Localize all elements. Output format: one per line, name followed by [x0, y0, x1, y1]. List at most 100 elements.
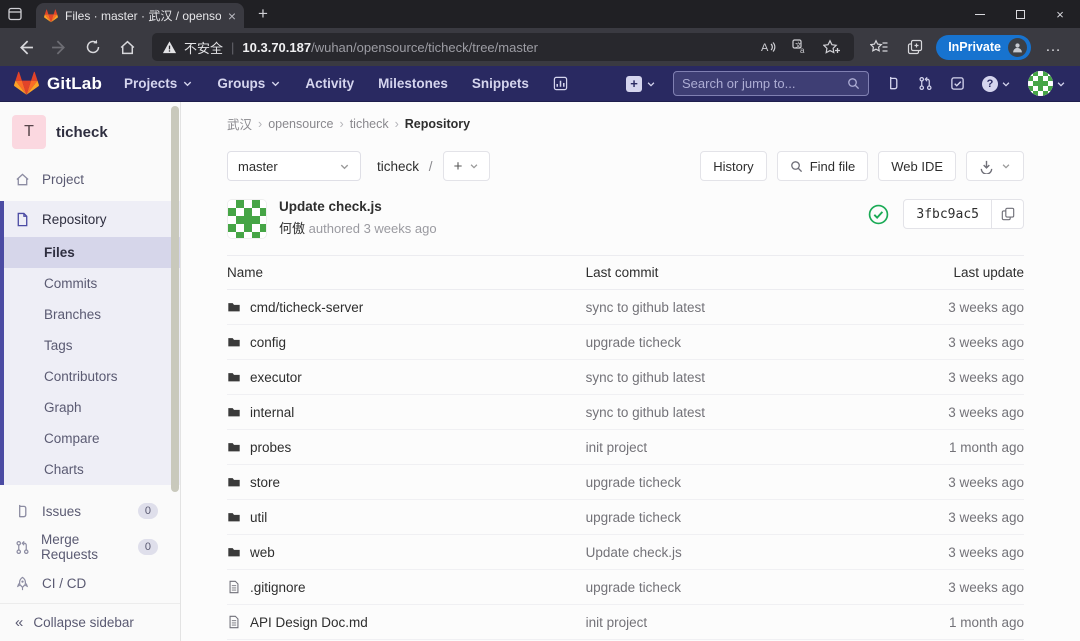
- url-path: /wuhan/opensource/ticheck/tree/master: [311, 40, 538, 55]
- last-commit-link[interactable]: sync to github latest: [586, 405, 705, 420]
- sidebar-subitem-charts[interactable]: Charts: [4, 454, 180, 485]
- sidebar-subitem-graph[interactable]: Graph: [4, 392, 180, 423]
- last-commit-link[interactable]: Update check.js: [586, 545, 682, 560]
- file-name-link[interactable]: web: [227, 545, 586, 560]
- browser-menu-button[interactable]: …: [1037, 38, 1070, 56]
- search-input[interactable]: [682, 76, 841, 91]
- download-dropdown-button[interactable]: [966, 151, 1024, 181]
- breadcrumb-group[interactable]: 武汉: [227, 114, 252, 133]
- charts-nav-button[interactable]: [553, 76, 568, 91]
- file-name-link[interactable]: store: [227, 475, 586, 490]
- security-chip[interactable]: 不安全: [162, 38, 223, 57]
- tab-actions-button[interactable]: [0, 0, 30, 28]
- tab-close-icon[interactable]: ×: [228, 9, 236, 23]
- sidebar-subitem-tags[interactable]: Tags: [4, 330, 180, 361]
- project-header[interactable]: T ticheck: [0, 102, 180, 161]
- plus-icon: +: [626, 76, 642, 92]
- issues-nav-button[interactable]: [886, 76, 901, 91]
- sidebar-item-repository[interactable]: Repository: [4, 201, 180, 237]
- merge-request-icon: [918, 76, 933, 91]
- last-commit-link[interactable]: upgrade ticheck: [586, 475, 681, 490]
- sidebar-subitem-branches[interactable]: Branches: [4, 299, 180, 330]
- table-row: API Design Doc.md init project 1 month a…: [227, 605, 1024, 640]
- find-file-button[interactable]: Find file: [777, 151, 869, 181]
- branch-selector[interactable]: master: [227, 151, 361, 181]
- gitlab-brand[interactable]: GitLab: [14, 71, 102, 96]
- chevron-down-icon: [469, 161, 479, 171]
- maximize-button[interactable]: [1000, 0, 1040, 28]
- new-dropdown-button[interactable]: +: [626, 76, 656, 92]
- file-name-link[interactable]: .gitignore: [227, 580, 586, 595]
- file-name-link[interactable]: util: [227, 510, 586, 525]
- last-commit-link[interactable]: init project: [586, 440, 648, 455]
- file-name-link[interactable]: executor: [227, 370, 586, 385]
- breadcrumb-namespace[interactable]: opensource: [268, 117, 333, 131]
- navbar-search[interactable]: [673, 71, 869, 96]
- address-bar[interactable]: 不安全 | 10.3.70.187/wuhan/opensource/tiche…: [152, 33, 854, 61]
- table-row: util upgrade ticheck 3 weeks ago: [227, 500, 1024, 535]
- translate-button[interactable]: [788, 35, 812, 59]
- web-ide-button[interactable]: Web IDE: [878, 151, 956, 181]
- collapse-sidebar-button[interactable]: « Collapse sidebar: [0, 603, 180, 641]
- file-name-link[interactable]: cmd/ticheck-server: [227, 300, 586, 315]
- help-dropdown-button[interactable]: ?: [982, 76, 1011, 92]
- file-icon: [227, 615, 241, 629]
- file-name-link[interactable]: config: [227, 335, 586, 350]
- sidebar-item-cicd[interactable]: CI / CD: [0, 565, 180, 601]
- menu-projects[interactable]: Projects: [124, 76, 193, 91]
- read-aloud-button[interactable]: [756, 35, 780, 59]
- commit-author-link[interactable]: 何傲: [279, 221, 305, 236]
- add-file-dropdown[interactable]: +: [443, 151, 491, 181]
- new-tab-button[interactable]: +: [258, 4, 268, 24]
- menu-activity[interactable]: Activity: [305, 76, 354, 91]
- last-commit-link[interactable]: sync to github latest: [586, 300, 705, 315]
- last-commit-link[interactable]: upgrade ticheck: [586, 580, 681, 595]
- inprivate-badge[interactable]: InPrivate: [936, 35, 1031, 60]
- home-button[interactable]: [112, 32, 142, 62]
- close-button[interactable]: ×: [1040, 0, 1080, 28]
- add-favorite-button[interactable]: [820, 35, 844, 59]
- history-button[interactable]: History: [700, 151, 766, 181]
- forward-button[interactable]: [44, 32, 74, 62]
- path-project-link[interactable]: ticheck: [377, 159, 419, 174]
- menu-groups[interactable]: Groups: [217, 76, 281, 91]
- back-button[interactable]: [10, 32, 40, 62]
- breadcrumb-project[interactable]: ticheck: [350, 117, 389, 131]
- repository-icon: [15, 212, 31, 227]
- minimize-button[interactable]: [960, 0, 1000, 28]
- last-commit-link[interactable]: init project: [586, 615, 648, 630]
- copy-sha-button[interactable]: [992, 199, 1024, 229]
- last-commit-link[interactable]: upgrade ticheck: [586, 510, 681, 525]
- file-name-link[interactable]: internal: [227, 405, 586, 420]
- refresh-button[interactable]: [78, 32, 108, 62]
- sidebar-item-merge-requests[interactable]: Merge Requests 0: [0, 529, 180, 565]
- folder-icon: [227, 300, 241, 314]
- sidebar-item-project[interactable]: Project: [0, 161, 180, 197]
- last-commit-link[interactable]: sync to github latest: [586, 370, 705, 385]
- file-table: Name Last commit Last update cmd/ticheck…: [227, 255, 1024, 640]
- sidebar-subitem-contributors[interactable]: Contributors: [4, 361, 180, 392]
- commit-sha[interactable]: 3fbc9ac5: [903, 199, 992, 229]
- sidebar-subitem-commits[interactable]: Commits: [4, 268, 180, 299]
- collections-button[interactable]: [900, 32, 930, 62]
- sidebar-item-issues[interactable]: Issues 0: [0, 493, 180, 529]
- home-icon: [15, 172, 31, 187]
- browser-tab[interactable]: Files · master · 武汉 / opensourc ×: [36, 3, 244, 28]
- todos-nav-button[interactable]: [950, 76, 965, 91]
- sidebar-subitem-files[interactable]: Files: [4, 237, 180, 268]
- url-text: 10.3.70.187/wuhan/opensource/ticheck/tre…: [242, 40, 748, 55]
- tab-actions-icon: [7, 6, 23, 22]
- last-commit-link[interactable]: upgrade ticheck: [586, 335, 681, 350]
- file-name-link[interactable]: API Design Doc.md: [227, 615, 586, 630]
- commit-title-link[interactable]: Update check.js: [279, 199, 437, 214]
- sidebar-subitem-compare[interactable]: Compare: [4, 423, 180, 454]
- menu-snippets[interactable]: Snippets: [472, 76, 529, 91]
- file-name-link[interactable]: probes: [227, 440, 586, 455]
- last-update-time: 3 weeks ago: [948, 580, 1024, 595]
- user-menu-button[interactable]: [1028, 71, 1066, 96]
- favorites-button[interactable]: [864, 32, 894, 62]
- pipeline-status-icon[interactable]: [868, 204, 889, 225]
- sidebar-scrollbar[interactable]: [171, 106, 179, 492]
- merge-requests-nav-button[interactable]: [918, 76, 933, 91]
- menu-milestones[interactable]: Milestones: [378, 76, 448, 91]
